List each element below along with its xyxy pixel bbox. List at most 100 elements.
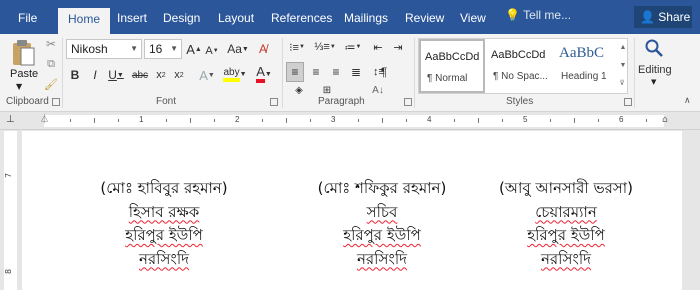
- shrink-font-icon[interactable]: A ▼: [204, 42, 220, 60]
- tab-references[interactable]: References: [271, 8, 332, 34]
- numbering-icon[interactable]: ⅓≡ ▼: [314, 38, 336, 56]
- font-size-value: 16: [149, 42, 163, 56]
- font-name-field[interactable]: Nikosh ▼: [66, 39, 142, 59]
- ruler-tick: [262, 119, 263, 122]
- style-no-spacing[interactable]: AaBbCcDd ¶ No Spac...: [487, 39, 553, 93]
- clipboard-group-label: Clipboard: [6, 96, 49, 107]
- tab-view[interactable]: View: [460, 8, 486, 34]
- sort-icon[interactable]: A↓: [370, 84, 386, 96]
- first-line-indent-marker[interactable]: ⏃: [40, 112, 49, 125]
- font-launcher-icon[interactable]: [270, 98, 278, 106]
- highlight-icon[interactable]: aby ▼: [222, 64, 248, 84]
- signatory-title: চেয়ারম্যান: [535, 202, 597, 221]
- justify-icon[interactable]: ≣: [348, 62, 364, 82]
- clipboard-launcher-icon[interactable]: [52, 98, 60, 106]
- ruler-tick: [118, 119, 119, 122]
- tell-me-label: Tell me...: [523, 8, 572, 22]
- horizontal-ruler[interactable]: ⊥ 1 2 3 4 5 6 ⏃ ⌂: [0, 112, 700, 130]
- paste-button[interactable]: [8, 36, 38, 70]
- signatory-name: (মোঃ শফিকুর রহমান): [317, 179, 447, 197]
- styles-launcher-icon[interactable]: [624, 98, 632, 106]
- ruler-strip: 1 2 3 4 5 6: [44, 115, 664, 127]
- document-page[interactable]: (মোঃ হাবিবুর রহমান) হিসাব রক্ষক হরিপুর ই…: [22, 131, 682, 290]
- bold-icon[interactable]: B: [68, 66, 82, 84]
- ruler-tick: [286, 118, 287, 123]
- bullets-icon[interactable]: ⁝≡ ▼: [286, 38, 308, 56]
- ruler-number: 1: [139, 115, 144, 124]
- tab-home[interactable]: Home: [58, 8, 111, 34]
- ruler-tick: [502, 119, 503, 122]
- show-marks-icon[interactable]: ¶: [376, 62, 392, 82]
- vertical-ruler-strip: [4, 131, 17, 290]
- editing-label: Editing: [638, 64, 672, 76]
- shading-icon[interactable]: ◈: [290, 84, 308, 96]
- vertical-ruler[interactable]: 7 8: [0, 131, 22, 290]
- ruler-tick: [478, 118, 479, 123]
- superscript-icon[interactable]: x2: [172, 66, 186, 84]
- grow-font-icon[interactable]: A ▲: [186, 40, 202, 58]
- align-center-icon[interactable]: ≡: [308, 62, 324, 82]
- strikethrough-icon[interactable]: abc: [130, 66, 150, 84]
- italic-icon[interactable]: I: [88, 66, 102, 84]
- group-separator: [634, 38, 635, 108]
- styles-group-label: Styles: [506, 96, 534, 107]
- tab-layout[interactable]: Layout: [218, 8, 254, 34]
- tab-design[interactable]: Design: [163, 8, 200, 34]
- tab-file[interactable]: File: [18, 8, 37, 34]
- lightbulb-icon: 💡: [505, 8, 520, 22]
- align-left-icon[interactable]: ≡: [286, 62, 304, 82]
- underline-icon[interactable]: U ▼: [106, 66, 126, 84]
- style-heading-1[interactable]: AaBbC Heading 1: [555, 39, 621, 93]
- style-sample: AaBbC: [559, 45, 604, 61]
- clipboard-icon: [13, 40, 35, 66]
- share-label: Share: [658, 10, 691, 24]
- font-color-icon[interactable]: A ▼: [252, 64, 276, 84]
- ruler-tick: [454, 119, 455, 122]
- cut-icon[interactable]: ✂: [43, 36, 59, 52]
- styles-gallery: AaBbCcDd ¶ Normal AaBbCcDd ¶ No Spac... …: [418, 38, 628, 94]
- style-normal[interactable]: AaBbCcDd ¶ Normal: [419, 39, 485, 93]
- tab-mailings[interactable]: Mailings: [344, 8, 388, 34]
- collapse-ribbon-icon[interactable]: ∧: [684, 96, 691, 106]
- vertical-scrollbar[interactable]: [682, 131, 700, 290]
- share-button[interactable]: 👤 Share: [634, 6, 692, 28]
- multilevel-list-icon[interactable]: ≔ ▼: [342, 38, 364, 56]
- ruler-number: 4: [427, 115, 432, 124]
- signatory-org: হরিপুর ইউপি: [125, 226, 203, 244]
- ribbon-tab-bar: File Home Insert Design Layout Reference…: [0, 0, 700, 34]
- change-case-icon[interactable]: Aa ▼: [227, 40, 249, 58]
- subscript-icon[interactable]: x2: [154, 66, 168, 84]
- paragraph-launcher-icon[interactable]: [404, 98, 412, 106]
- signatory-org: হরিপুর ইউপি: [343, 226, 421, 244]
- ruler-tick: [382, 118, 383, 123]
- group-separator: [414, 38, 415, 108]
- increase-indent-icon[interactable]: ⇥: [390, 38, 406, 56]
- tab-selector-icon[interactable]: ⊥: [6, 114, 15, 125]
- tell-me-box[interactable]: 💡 Tell me...: [505, 8, 571, 22]
- decrease-indent-icon[interactable]: ⇤: [370, 38, 386, 56]
- align-right-icon[interactable]: ≡: [328, 62, 344, 82]
- signature-block-2: (মোঃ শফিকুর রহমান) সচিব হরিপুর ইউপি নরসি…: [302, 177, 462, 271]
- clear-formatting-icon[interactable]: A̸: [255, 40, 271, 58]
- paste-dropdown-icon[interactable]: ▼: [16, 82, 22, 91]
- copy-icon[interactable]: ⧉: [43, 56, 59, 72]
- signatory-place: নরসিংদি: [356, 249, 408, 268]
- chevron-down-icon: ▼: [651, 78, 657, 86]
- editing-button[interactable]: [641, 34, 667, 62]
- ruler-tick: [94, 118, 95, 123]
- chevron-down-icon: ▼: [130, 44, 138, 53]
- borders-icon[interactable]: ⊞: [318, 84, 336, 96]
- tab-insert[interactable]: Insert: [117, 8, 147, 34]
- font-name-value: Nikosh: [71, 42, 108, 56]
- ruler-tick: [190, 118, 191, 123]
- ruler-tick: [550, 119, 551, 122]
- text-effects-icon[interactable]: A ▼: [196, 66, 218, 84]
- font-size-field[interactable]: 16 ▼: [144, 39, 182, 59]
- ruler-tick: [646, 119, 647, 122]
- right-indent-marker[interactable]: ⌂: [662, 115, 668, 125]
- styles-scroll[interactable]: ▲ ▼ ⊽: [617, 38, 629, 94]
- ruler-tick: [70, 119, 71, 122]
- tab-review[interactable]: Review: [405, 8, 444, 34]
- person-icon: 👤: [640, 10, 655, 24]
- format-painter-icon[interactable]: 🖌: [43, 76, 59, 92]
